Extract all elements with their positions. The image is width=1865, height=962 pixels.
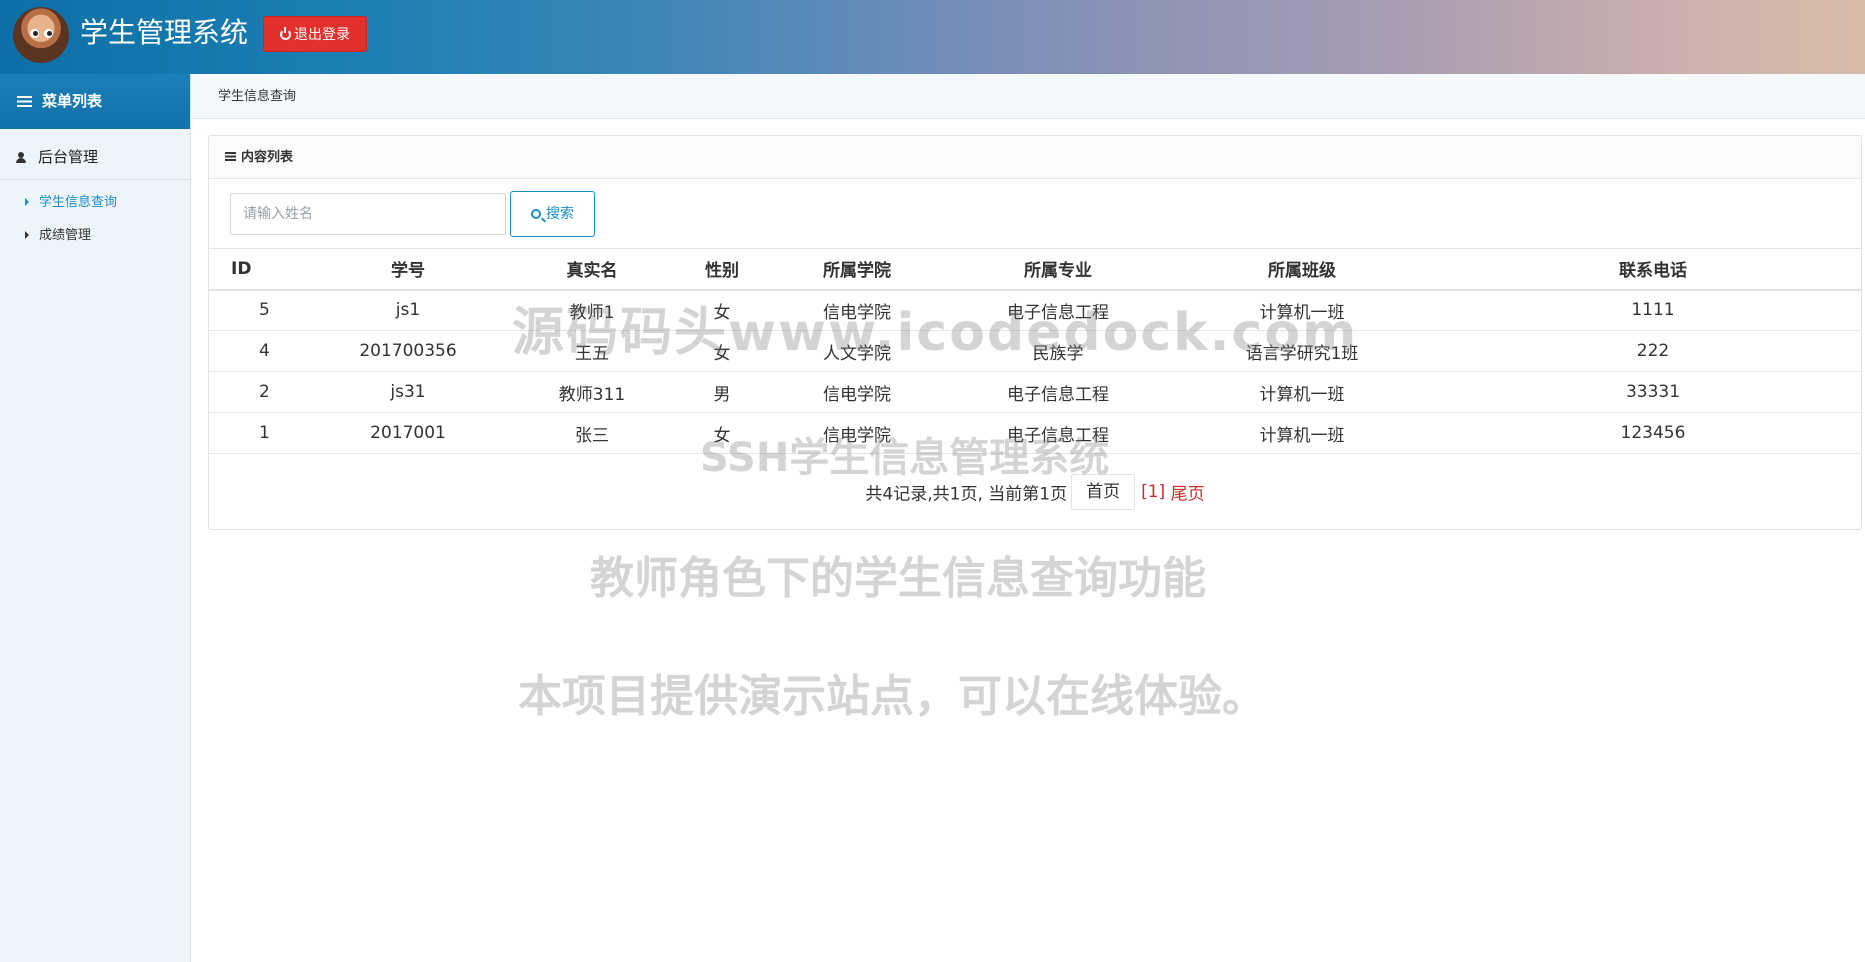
pagination: 共4记录,共1页, 当前第1页 首页 [1] 尾页	[209, 474, 1861, 510]
cell-phone: 123456	[1445, 412, 1861, 454]
cell-phone: 222	[1445, 330, 1861, 372]
cell-class: 语言学研究1班	[1159, 330, 1445, 372]
panel-title: 内容列表	[241, 150, 294, 165]
column-header: 所属专业	[957, 248, 1159, 291]
cell-major: 民族学	[957, 330, 1159, 372]
cell-real-name: 王五	[497, 330, 687, 372]
cell-college: 信电学院	[757, 371, 957, 413]
menu-title: 菜单列表	[42, 92, 103, 110]
sidebar: 菜单列表 后台管理 学生信息查询 成绩管理	[0, 74, 191, 962]
user-icon	[16, 152, 26, 163]
cell-student-no: js1	[319, 289, 497, 331]
cell-id: 4	[209, 330, 319, 372]
list-icon	[17, 96, 32, 107]
power-icon	[280, 27, 291, 40]
cell-real-name: 教师1	[497, 289, 687, 331]
sidebar-group-label: 后台管理	[38, 148, 99, 166]
cell-college: 信电学院	[757, 412, 957, 454]
cell-college: 人文学院	[757, 330, 957, 372]
logout-label: 退出登录	[294, 27, 350, 43]
cell-gender: 男	[687, 371, 757, 413]
column-header: ID	[209, 248, 319, 291]
column-header: 性别	[687, 248, 757, 291]
search-input[interactable]	[230, 193, 506, 235]
pagination-info: 共4记录,共1页, 当前第1页	[865, 484, 1068, 505]
panel-header: 内容列表	[209, 136, 1861, 179]
cell-phone: 33331	[1445, 371, 1861, 413]
table-row: 1 2017001 张三 女 信电学院 电子信息工程 计算机一班 123456	[209, 412, 1861, 454]
avatar	[13, 7, 69, 63]
watermark-text: 教师角色下的学生信息查询功能	[590, 553, 1206, 604]
column-header: 所属班级	[1159, 248, 1445, 291]
cell-college: 信电学院	[757, 289, 957, 331]
cell-phone: 1111	[1445, 289, 1861, 331]
cell-gender: 女	[687, 330, 757, 372]
content-panel: 内容列表 搜索 ID 学号 真实名 性别 所属学院 所属专业 所属班级 联系电话	[208, 135, 1862, 530]
cell-student-no: 201700356	[319, 330, 497, 372]
search-button-label: 搜索	[546, 206, 574, 222]
table-header-row: ID 学号 真实名 性别 所属学院 所属专业 所属班级 联系电话	[209, 248, 1861, 291]
cell-id: 1	[209, 412, 319, 454]
first-page-button[interactable]: 首页	[1071, 474, 1136, 510]
column-header: 真实名	[497, 248, 687, 291]
sidebar-item-label: 成绩管理	[39, 228, 92, 243]
cell-gender: 女	[687, 412, 757, 454]
sidebar-item-student-query[interactable]: 学生信息查询	[0, 186, 190, 219]
cell-id: 5	[209, 289, 319, 331]
cell-class: 计算机一班	[1159, 371, 1445, 413]
search-icon	[531, 209, 541, 219]
cell-gender: 女	[687, 289, 757, 331]
menu-header: 菜单列表	[0, 74, 190, 129]
caret-right-icon	[25, 198, 29, 206]
table-row: 2 js31 教师311 男 信电学院 电子信息工程 计算机一班 33331	[209, 371, 1861, 413]
cell-major: 电子信息工程	[957, 371, 1159, 413]
column-header: 学号	[319, 248, 497, 291]
table-row: 5 js1 教师1 女 信电学院 电子信息工程 计算机一班 1111	[209, 289, 1861, 331]
list-icon	[225, 152, 236, 161]
breadcrumb: 学生信息查询	[191, 74, 1865, 119]
cell-real-name: 教师311	[497, 371, 687, 413]
sidebar-item-label: 学生信息查询	[39, 195, 118, 210]
cell-major: 电子信息工程	[957, 289, 1159, 331]
student-table: ID 学号 真实名 性别 所属学院 所属专业 所属班级 联系电话 5 js1 教…	[209, 248, 1861, 454]
breadcrumb-label: 学生信息查询	[218, 89, 297, 104]
watermark-text: 本项目提供演示站点，可以在线体验。	[518, 671, 1266, 722]
logout-button[interactable]: 退出登录	[263, 16, 367, 52]
sidebar-group-admin[interactable]: 后台管理	[0, 134, 190, 180]
top-header: 学生管理系统 退出登录	[0, 0, 1865, 74]
column-header: 所属学院	[757, 248, 957, 291]
cell-id: 2	[209, 371, 319, 413]
current-page[interactable]: [1]	[1141, 482, 1165, 502]
column-header: 联系电话	[1445, 248, 1861, 291]
cell-student-no: 2017001	[319, 412, 497, 454]
cell-class: 计算机一班	[1159, 289, 1445, 331]
caret-right-icon	[25, 231, 29, 239]
app-title: 学生管理系统	[80, 16, 249, 49]
sidebar-item-grade-management[interactable]: 成绩管理	[0, 219, 190, 252]
last-page-link[interactable]: 尾页	[1171, 485, 1205, 505]
cell-class: 计算机一班	[1159, 412, 1445, 454]
search-button[interactable]: 搜索	[510, 191, 595, 237]
cell-real-name: 张三	[497, 412, 687, 454]
table-row: 4 201700356 王五 女 人文学院 民族学 语言学研究1班 222	[209, 330, 1861, 372]
cell-student-no: js31	[319, 371, 497, 413]
cell-major: 电子信息工程	[957, 412, 1159, 454]
